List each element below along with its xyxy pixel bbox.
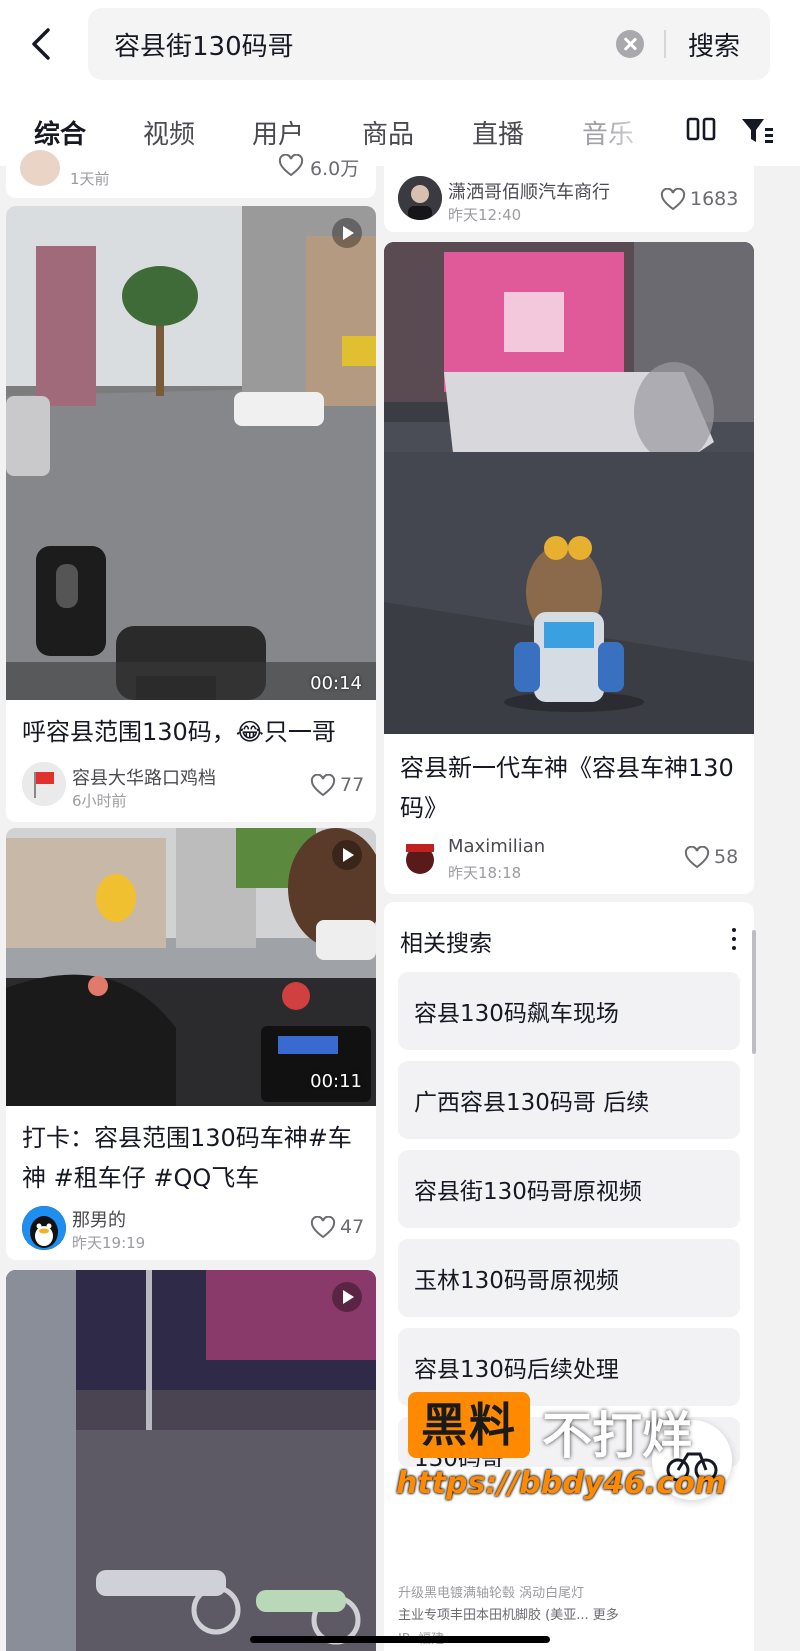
related-search-label: 广西容县130码哥 后续 — [414, 1090, 650, 1116]
video-thumbnail — [384, 242, 754, 734]
post-time: 昨天19:19 — [72, 1234, 146, 1252]
more-options-icon[interactable] — [732, 928, 738, 954]
heart-icon[interactable] — [310, 774, 336, 798]
like-count: 47 — [340, 1216, 365, 1238]
author-name[interactable]: 潇洒哥佰顺汽车商行 — [448, 178, 610, 204]
partial-video-card[interactable]: 1天前 6.0万 — [6, 150, 376, 198]
related-search-label: 容县街130码哥原视频 — [414, 1179, 642, 1205]
search-divider — [664, 30, 666, 58]
avatar — [20, 150, 60, 186]
video-title: 打卡：容县范围130码车神#车神 #租车仔 #QQ飞车 — [22, 1124, 352, 1192]
tab-live[interactable]: 直播 — [472, 114, 524, 151]
tab-products[interactable]: 商品 — [362, 114, 414, 151]
like-count: 58 — [714, 846, 739, 868]
related-search-label: 容县130码后续处理 — [414, 1357, 619, 1383]
watermark-url: https://bbdy46.com — [396, 1466, 727, 1501]
search-input[interactable]: 容县街130码哥 — [114, 26, 294, 63]
heart-icon[interactable] — [310, 1216, 336, 1240]
video-thumbnail — [6, 1270, 376, 1651]
person-avatar-icon — [398, 176, 442, 220]
tab-fade — [600, 100, 680, 166]
play-icon — [332, 840, 362, 870]
video-thumbnail — [6, 206, 376, 700]
back-arrow-icon[interactable] — [22, 22, 62, 66]
home-indicator — [250, 1636, 550, 1643]
author-name[interactable]: 那男的 — [72, 1206, 126, 1232]
video-thumbnail — [6, 828, 376, 1106]
layout-toggle-icon[interactable] — [686, 116, 716, 144]
author-avatar[interactable] — [398, 176, 442, 220]
logo-avatar-icon — [398, 836, 442, 880]
video-card[interactable] — [6, 1270, 376, 1651]
tab-video[interactable]: 视频 — [143, 114, 195, 151]
like-count: 77 — [340, 774, 365, 796]
related-search-label: 容县130码飙车现场 — [414, 1001, 619, 1027]
post-time: 昨天12:40 — [448, 206, 522, 224]
filter-icon[interactable] — [740, 116, 774, 146]
play-icon — [332, 1282, 362, 1312]
video-card-footer[interactable]: 潇洒哥佰顺汽车商行 昨天12:40 1683 — [384, 160, 754, 232]
play-icon — [332, 218, 362, 248]
related-search-item[interactable]: 广西容县130码哥 后续 — [398, 1061, 740, 1139]
flag-avatar-icon — [22, 762, 66, 806]
video-title: 容县新一代车神《容县车神130码》 — [400, 754, 734, 822]
related-search-label: 玉林130码哥原视频 — [414, 1268, 619, 1294]
author-avatar[interactable] — [398, 836, 442, 880]
post-time: 1天前 — [70, 170, 110, 188]
related-search-item[interactable]: 容县130码飙车现场 — [398, 972, 740, 1050]
related-search-item[interactable]: 容县街130码哥原视频 — [398, 1150, 740, 1228]
author-avatar[interactable] — [22, 1206, 66, 1250]
post-time: 6小时前 — [72, 792, 127, 810]
video-card[interactable]: 容县新一代车神《容县车神130码》 Maximilian 昨天18:18 58 — [384, 242, 754, 894]
video-title: 呼容县范围130码，😂只一哥 — [22, 718, 336, 746]
tab-comprehensive[interactable]: 综合 — [34, 114, 86, 151]
video-card[interactable]: 00:14 呼容县范围130码，😂只一哥 容县大华路口鸡档 6小时前 77 — [6, 206, 376, 822]
related-searches-title: 相关搜索 — [400, 931, 492, 957]
scrollbar[interactable] — [752, 930, 756, 1054]
like-count: 6.0万 — [310, 158, 360, 180]
watermark-text: 不打烊 — [542, 1407, 692, 1465]
like-count: 1683 — [690, 188, 739, 210]
watermark-badge: 黑料 — [408, 1392, 530, 1458]
video-duration: 00:11 — [310, 1071, 362, 1092]
author-avatar[interactable] — [22, 762, 66, 806]
related-search-item[interactable]: 玉林130码哥原视频 — [398, 1239, 740, 1317]
video-card[interactable]: 00:11 打卡：容县范围130码车神#车神 #租车仔 #QQ飞车 那男的 昨天… — [6, 828, 376, 1260]
post-time: 昨天18:18 — [448, 864, 522, 882]
description-line: 主业专项丰田本田机脚胶 (美亚... 更多 — [398, 1608, 619, 1623]
video-duration: 00:14 — [310, 673, 362, 694]
heart-icon[interactable] — [278, 154, 304, 178]
heart-icon[interactable] — [660, 188, 686, 212]
tab-users[interactable]: 用户 — [252, 114, 304, 151]
heart-icon[interactable] — [684, 846, 710, 870]
search-button[interactable]: 搜索 — [688, 26, 740, 63]
search-box[interactable]: 容县街130码哥 搜索 — [88, 8, 770, 80]
author-name[interactable]: 容县大华路口鸡档 — [72, 764, 216, 790]
description-line: 升级黑电镀满轴轮毂 涡动白尾灯 — [398, 1586, 585, 1601]
clear-icon[interactable] — [616, 30, 644, 58]
author-name[interactable]: Maximilian — [448, 836, 545, 857]
penguin-avatar-icon — [22, 1206, 66, 1250]
